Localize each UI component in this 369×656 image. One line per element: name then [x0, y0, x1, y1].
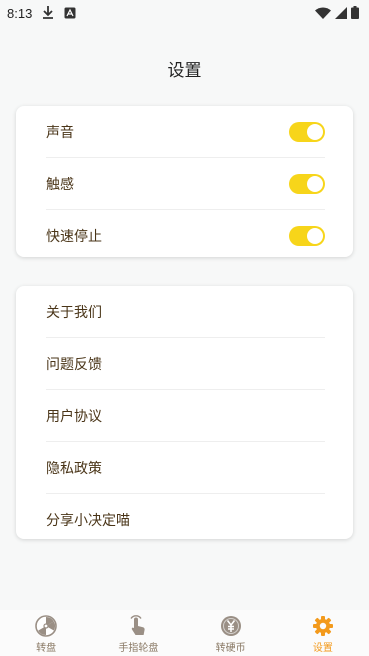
- finger-icon: [130, 615, 146, 635]
- setting-label: 快速停止: [46, 228, 102, 245]
- list-item-label: 用户协议: [46, 408, 102, 425]
- app-notification-icon: [64, 4, 76, 23]
- page-title: 设置: [167, 61, 202, 81]
- tab-wheel[interactable]: 转盘: [0, 610, 92, 656]
- tab-label: 转硬币: [215, 643, 246, 654]
- status-time: 8:13: [7, 5, 33, 21]
- privacy-policy-item[interactable]: 隐私政策: [46, 442, 325, 494]
- setting-label: 触感: [46, 176, 74, 193]
- setting-row-haptics: 触感: [46, 158, 325, 210]
- tab-label: 手指轮盘: [118, 643, 159, 654]
- list-item-label: 隐私政策: [46, 460, 102, 477]
- tab-label: 转盘: [36, 643, 57, 654]
- about-us-item[interactable]: 关于我们: [46, 286, 325, 338]
- toggle-knob: [307, 175, 323, 192]
- feedback-item[interactable]: 问题反馈: [46, 338, 325, 390]
- gear-icon: [312, 616, 333, 636]
- tab-label: 设置: [312, 643, 333, 654]
- status-bar: 8:13: [0, 0, 369, 26]
- quick-stop-toggle[interactable]: [289, 225, 325, 246]
- bottom-tab-bar: 转盘 手指轮盘 转硬币 设置: [0, 610, 369, 656]
- setting-label: 声音: [46, 124, 74, 141]
- user-agreement-item[interactable]: 用户协议: [46, 390, 325, 442]
- setting-row-quick-stop: 快速停止: [46, 210, 325, 261]
- wifi-icon: [315, 4, 331, 23]
- list-item-label: 关于我们: [46, 304, 102, 321]
- haptics-toggle[interactable]: [289, 173, 325, 194]
- list-item-label: 问题反馈: [46, 356, 102, 373]
- download-icon: [42, 4, 54, 23]
- sound-toggle[interactable]: [289, 121, 325, 142]
- share-app-item[interactable]: 分享小决定喵: [46, 494, 325, 545]
- tab-settings[interactable]: 设置: [277, 610, 369, 656]
- signal-icon: [335, 4, 347, 23]
- settings-card: 声音 触感 快速停止: [16, 106, 353, 257]
- info-card: 关于我们 问题反馈 用户协议 隐私政策 分享小决定喵: [16, 286, 353, 539]
- toggle-knob: [307, 227, 323, 244]
- battery-icon: [351, 4, 359, 23]
- toggle-knob: [307, 123, 323, 140]
- tab-coin-flip[interactable]: 转硬币: [185, 610, 277, 656]
- list-item-label: 分享小决定喵: [46, 512, 130, 529]
- coin-icon: [220, 616, 241, 636]
- setting-row-sound: 声音: [46, 106, 325, 158]
- tab-finger-wheel[interactable]: 手指轮盘: [92, 610, 184, 656]
- wheel-icon: [35, 615, 57, 637]
